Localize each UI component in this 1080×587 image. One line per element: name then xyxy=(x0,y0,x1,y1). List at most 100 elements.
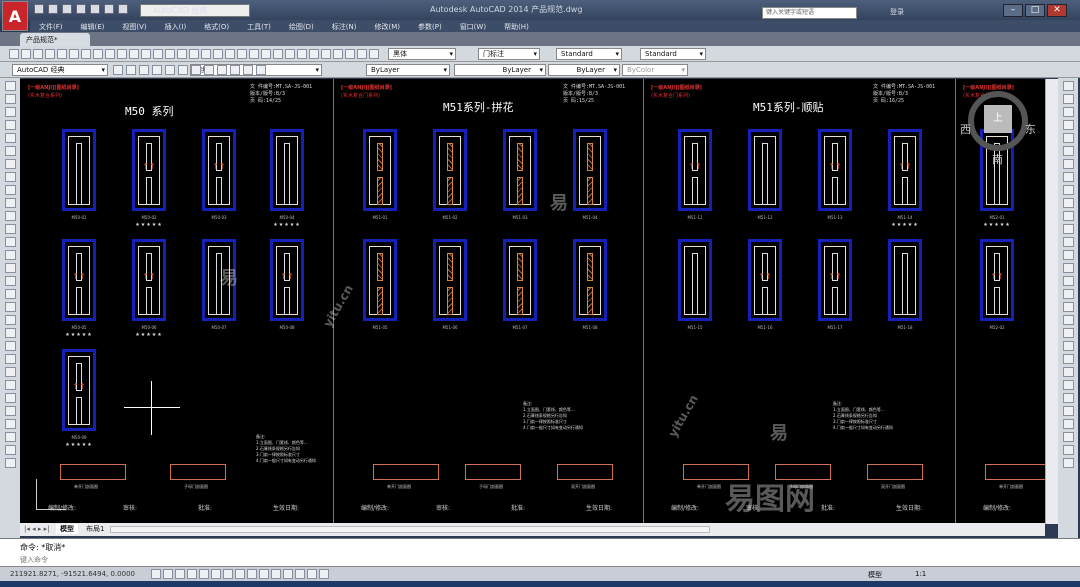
menu-item[interactable]: 绘图(D) xyxy=(280,20,323,32)
menu-item[interactable]: 帮助(H) xyxy=(495,20,538,32)
toolbar-tool-icon[interactable] xyxy=(105,49,115,59)
draw-tool-icon[interactable] xyxy=(4,263,16,273)
door-elevation[interactable]: ↑↑ xyxy=(980,239,1014,321)
horizontal-scrollbar[interactable] xyxy=(110,526,710,533)
menu-item[interactable]: 工具(T) xyxy=(238,20,280,32)
draw-tool-icon[interactable] xyxy=(4,133,16,143)
modify-tool-icon[interactable] xyxy=(1062,159,1074,169)
toolbar-tool-icon[interactable] xyxy=(237,49,247,59)
toolbar-tool-icon[interactable] xyxy=(21,49,31,59)
toolbar-tool-icon[interactable] xyxy=(81,49,91,59)
viewcube-top[interactable]: 上 xyxy=(984,105,1012,133)
drawing-canvas[interactable]: [一级ANJI][图纸目录] (实木复合系列) M50 系列 文 件编号:MT.SA-… xyxy=(20,79,1045,523)
annotation-scale[interactable]: 1:1 xyxy=(915,570,926,578)
toolbar-tool-icon[interactable] xyxy=(285,49,295,59)
modify-tool-icon[interactable] xyxy=(1062,419,1074,429)
door-elevation[interactable] xyxy=(363,129,397,211)
draw-tool-icon[interactable] xyxy=(4,302,16,312)
toolbar-tool-icon[interactable] xyxy=(153,49,163,59)
toolbar-tool-icon[interactable] xyxy=(57,49,67,59)
modify-tool-icon[interactable] xyxy=(1062,133,1074,143)
menu-item[interactable]: 参数(P) xyxy=(409,20,451,32)
modify-tool-icon[interactable] xyxy=(1062,198,1074,208)
door-elevation[interactable]: ↑↑ xyxy=(888,129,922,211)
modify-tool-icon[interactable] xyxy=(1062,263,1074,273)
toolbar-tool-icon[interactable] xyxy=(117,49,127,59)
lineweight-select[interactable]: ByLayer xyxy=(548,64,620,76)
modify-tool-icon[interactable] xyxy=(1062,406,1074,416)
door-elevation[interactable]: ↑↑ xyxy=(270,239,304,321)
layer-tool-icon[interactable] xyxy=(191,65,201,75)
door-elevation[interactable]: ↑↑ xyxy=(748,239,782,321)
draw-tool-icon[interactable] xyxy=(4,406,16,416)
layout-nav-arrows[interactable]: |◂ ◂ ▸ ▸| xyxy=(24,525,49,533)
draw-tool-icon[interactable] xyxy=(4,458,16,468)
menu-item[interactable]: 插入(I) xyxy=(156,20,196,32)
layer-tool-icon[interactable] xyxy=(152,65,162,75)
toolbar-tool-icon[interactable] xyxy=(69,49,79,59)
save-icon[interactable] xyxy=(62,4,72,14)
toolbar-tool-icon[interactable] xyxy=(369,49,379,59)
layer-tool-icon[interactable] xyxy=(256,65,266,75)
status-toggle-icon[interactable] xyxy=(247,569,257,579)
toolbar-tool-icon[interactable] xyxy=(309,49,319,59)
draw-tool-icon[interactable] xyxy=(4,159,16,169)
draw-tool-icon[interactable] xyxy=(4,380,16,390)
toolbar-tool-icon[interactable] xyxy=(345,49,355,59)
status-toggle-icon[interactable] xyxy=(151,569,161,579)
door-elevation[interactable]: ↑↑ xyxy=(678,129,712,211)
modify-tool-icon[interactable] xyxy=(1062,380,1074,390)
model-space-button[interactable]: 模型 xyxy=(868,570,882,580)
door-elevation[interactable]: ↑↑ xyxy=(818,129,852,211)
draw-tool-icon[interactable] xyxy=(4,250,16,260)
document-tab[interactable]: 产品规范* xyxy=(20,33,90,46)
draw-tool-icon[interactable] xyxy=(4,341,16,351)
modify-tool-icon[interactable] xyxy=(1062,185,1074,195)
toolbar-tool-icon[interactable] xyxy=(357,49,367,59)
door-elevation[interactable]: ↑↑ xyxy=(818,239,852,321)
toolbar-tool-icon[interactable] xyxy=(273,49,283,59)
menu-item[interactable]: 视图(V) xyxy=(113,20,155,32)
toolbar-tool-icon[interactable] xyxy=(333,49,343,59)
viewcube-east[interactable]: 东 xyxy=(1025,121,1036,137)
status-toggle-icon[interactable] xyxy=(319,569,329,579)
viewcube-west[interactable]: 西 xyxy=(960,121,971,137)
toolbar-tool-icon[interactable] xyxy=(45,49,55,59)
layer-tool-icon[interactable] xyxy=(178,65,188,75)
layer-tool-icon[interactable] xyxy=(139,65,149,75)
door-elevation[interactable] xyxy=(678,239,712,321)
door-elevation[interactable] xyxy=(433,129,467,211)
draw-tool-icon[interactable] xyxy=(4,393,16,403)
door-plan-section[interactable] xyxy=(60,464,126,480)
workspace-select[interactable]: AutoCAD 经典 xyxy=(140,4,250,17)
draw-tool-icon[interactable] xyxy=(4,367,16,377)
door-elevation[interactable] xyxy=(573,129,607,211)
door-elevation[interactable] xyxy=(748,129,782,211)
text-style-select[interactable]: 黑体 xyxy=(388,48,456,60)
status-toggle-icon[interactable] xyxy=(295,569,305,579)
command-input[interactable] xyxy=(20,555,1050,566)
draw-tool-icon[interactable] xyxy=(4,445,16,455)
draw-tool-icon[interactable] xyxy=(4,94,16,104)
tab-model[interactable]: 模型 xyxy=(56,524,78,534)
toolbar-tool-icon[interactable] xyxy=(141,49,151,59)
draw-tool-icon[interactable] xyxy=(4,419,16,429)
workspace-toolbar-select[interactable]: AutoCAD 经典 xyxy=(12,64,108,76)
table-style-select[interactable]: Standard xyxy=(556,48,622,60)
draw-tool-icon[interactable] xyxy=(4,146,16,156)
door-elevation[interactable] xyxy=(62,129,96,211)
redo-icon[interactable] xyxy=(118,4,128,14)
plotstyle-select[interactable]: ByColor xyxy=(622,64,688,76)
door-elevation[interactable]: ↑↑ xyxy=(202,129,236,211)
status-toggle-icon[interactable] xyxy=(307,569,317,579)
draw-tool-icon[interactable] xyxy=(4,185,16,195)
status-toggle-icon[interactable] xyxy=(223,569,233,579)
viewcube[interactable]: 上 xyxy=(968,91,1028,151)
modify-tool-icon[interactable] xyxy=(1062,211,1074,221)
layer-tool-icon[interactable] xyxy=(230,65,240,75)
toolbar-tool-icon[interactable] xyxy=(9,49,19,59)
modify-tool-icon[interactable] xyxy=(1062,237,1074,247)
status-toggle-icon[interactable] xyxy=(259,569,269,579)
status-toggle-icon[interactable] xyxy=(235,569,245,579)
draw-tool-icon[interactable] xyxy=(4,120,16,130)
